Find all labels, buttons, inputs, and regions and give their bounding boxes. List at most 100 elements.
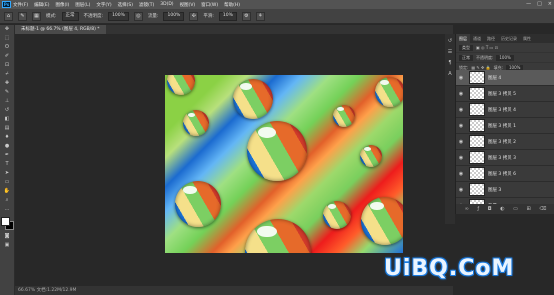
visibility-eye-icon[interactable]: ◉ — [456, 123, 466, 129]
eraser-tool-icon[interactable]: ◧ — [2, 116, 12, 123]
dodge-tool-icon[interactable]: ● — [2, 143, 12, 150]
more-tools-icon[interactable]: … — [2, 206, 12, 213]
layer-row[interactable]: ◉ 图层 3 拷贝 4 — [456, 102, 554, 118]
foreground-color-swatch[interactable] — [1, 217, 10, 226]
eyedropper-tool-icon[interactable]: ⌿ — [2, 71, 12, 78]
zoom-tool-icon[interactable]: ⌕ — [2, 197, 12, 204]
tab-properties[interactable]: 属性 — [520, 34, 534, 43]
screen-mode-icon[interactable]: ▣ — [2, 242, 12, 249]
options-bar: ⌂ ✎ ▦ 模式: 正常 不透明度: 100% ◎ 流量: 100% ✣ 平滑:… — [0, 9, 554, 24]
layer-row[interactable]: ◉ 图层 3 拷贝 2 — [456, 134, 554, 150]
minimize-button[interactable]: — — [526, 1, 531, 7]
quick-select-tool-icon[interactable]: ✐ — [2, 53, 12, 60]
menu-3d[interactable]: 3D(D) — [160, 2, 173, 7]
layer-row[interactable]: ◉ 图层 3 拷贝 3 — [456, 150, 554, 166]
layer-name: 图层 3 拷贝 5 — [488, 91, 517, 97]
clone-stamp-tool-icon[interactable]: ⊥ — [2, 98, 12, 105]
tab-channels[interactable]: 通道 — [470, 34, 484, 43]
smoothing-label: 平滑: — [203, 14, 214, 19]
healing-brush-tool-icon[interactable]: ✚ — [2, 80, 12, 87]
layer-thumbnail — [469, 119, 485, 132]
path-select-tool-icon[interactable]: ➤ — [2, 170, 12, 177]
menu-image[interactable]: 图像(I) — [55, 2, 69, 8]
color-swatches[interactable] — [1, 217, 14, 230]
tab-history[interactable]: 历史记录 — [498, 34, 520, 43]
move-tool-icon[interactable]: ✥ — [2, 26, 12, 33]
tools-panel: ✥ ⬚ ʘ ✐ ⊡ ⌿ ✚ ✎ ⊥ ↺ ◧ ▤ ♦ ● ✒ T ➤ ▭ ✋ ⌕ … — [0, 25, 15, 295]
brush-settings-icon[interactable]: ▦ — [32, 11, 41, 21]
visibility-eye-icon[interactable]: ◉ — [456, 155, 466, 161]
maximize-button[interactable]: □ — [537, 1, 542, 7]
layer-row[interactable]: ◉ 图层 3 — [456, 182, 554, 198]
visibility-eye-icon[interactable]: ◉ — [456, 187, 466, 193]
fx-icon[interactable]: ƒ — [477, 206, 479, 212]
close-button[interactable]: × — [548, 1, 552, 7]
airbrush-icon[interactable]: ✣ — [189, 11, 199, 21]
smoothing-input[interactable]: 10% — [218, 11, 237, 21]
menu-edit[interactable]: 编辑(E) — [34, 2, 49, 8]
layer-thumbnail — [469, 151, 485, 164]
type-tool-icon[interactable]: T — [2, 161, 12, 168]
visibility-eye-icon[interactable]: ◉ — [456, 139, 466, 145]
layer-name: 图层 3 — [488, 187, 502, 193]
bubble — [233, 79, 273, 119]
pen-tool-icon[interactable]: ✒ — [2, 152, 12, 159]
adjust-icon[interactable]: ◐ — [500, 206, 504, 212]
brush-preset-icon[interactable]: ✎ — [18, 11, 27, 21]
lasso-tool-icon[interactable]: ʘ — [2, 44, 12, 51]
kind-filter-select[interactable]: 类型 — [459, 44, 473, 51]
menu-window[interactable]: 窗口(W) — [201, 2, 218, 8]
visibility-eye-icon[interactable]: ◉ — [456, 91, 466, 97]
folder-icon[interactable]: ▭ — [513, 206, 518, 212]
layer-row[interactable]: ◉ 图层 3 拷贝 6 — [456, 166, 554, 182]
properties-panel-icon[interactable]: ☰ — [446, 49, 454, 56]
pressure-opacity-icon[interactable]: ◎ — [133, 11, 143, 21]
visibility-eye-icon[interactable]: ◉ — [456, 107, 466, 113]
visibility-eye-icon[interactable]: ◉ — [456, 171, 466, 177]
opacity-input[interactable]: 100% — [108, 11, 129, 21]
symmetry-icon[interactable]: ⚘ — [255, 11, 265, 21]
menu-type[interactable]: 文字(Y) — [96, 2, 111, 8]
layer-row[interactable]: ◉ 图层 3 拷贝 1 — [456, 118, 554, 134]
brush-tool-icon[interactable]: ✎ — [2, 89, 12, 96]
menu-file[interactable]: 文件(F) — [13, 2, 28, 8]
blend-mode-select[interactable]: 正常 — [459, 54, 473, 61]
paragraph-panel-icon[interactable]: ¶ — [446, 60, 454, 67]
hand-tool-icon[interactable]: ✋ — [2, 188, 12, 195]
document-tab-bar: 未标题-1 @ 66.7% (图层 4, RGB/8) * — [15, 25, 453, 34]
history-panel-icon[interactable]: ↺ — [446, 38, 454, 45]
menu-view[interactable]: 视图(V) — [180, 2, 196, 8]
flow-input[interactable]: 100% — [163, 11, 185, 21]
filter-icons[interactable]: ▣ ◎ T ▭ ⊡ — [476, 45, 498, 50]
layer-opacity-input[interactable]: 100% — [496, 54, 514, 61]
tab-layers[interactable]: 图层 — [456, 34, 470, 43]
mask-icon[interactable]: ◘ — [488, 206, 492, 212]
marquee-tool-icon[interactable]: ⬚ — [2, 35, 12, 42]
menu-select[interactable]: 选择(S) — [118, 2, 133, 8]
gear-icon[interactable]: ⚙ — [241, 11, 251, 21]
layers-panel: 图层 通道 路径 历史记录 属性 类型 ▣ ◎ T ▭ ⊡ 正常 不透明度: 1… — [455, 34, 554, 214]
tab-paths[interactable]: 路径 — [484, 34, 498, 43]
layer-row[interactable]: ◉ 图层 4 — [456, 70, 554, 86]
home-icon[interactable]: ⌂ — [4, 11, 13, 21]
blend-row: 正常 不透明度: 100% — [456, 53, 554, 63]
link-icon[interactable]: ∞ — [465, 206, 469, 212]
visibility-eye-icon[interactable]: ◉ — [456, 75, 466, 81]
menu-help[interactable]: 帮助(H) — [224, 2, 240, 8]
crop-tool-icon[interactable]: ⊡ — [2, 62, 12, 69]
history-brush-tool-icon[interactable]: ↺ — [2, 107, 12, 114]
document-tab[interactable]: 未标题-1 @ 66.7% (图层 4, RGB/8) * — [15, 25, 106, 34]
layer-row[interactable]: ◉ 图层 3 拷贝 5 — [456, 86, 554, 102]
menu-filter[interactable]: 滤镜(T) — [139, 2, 154, 8]
gradient-tool-icon[interactable]: ▤ — [2, 125, 12, 132]
quick-mask-icon[interactable]: ◙ — [2, 233, 12, 240]
shape-tool-icon[interactable]: ▭ — [2, 179, 12, 186]
blur-tool-icon[interactable]: ♦ — [2, 134, 12, 141]
document-canvas[interactable] — [165, 75, 403, 253]
character-panel-icon[interactable]: A — [446, 71, 454, 78]
trash-icon[interactable]: ⌫ — [539, 206, 546, 212]
layers-panel-footer: ∞ ƒ ◘ ◐ ▭ ⊞ ⌫ — [456, 204, 554, 214]
menu-layer[interactable]: 图层(L) — [75, 2, 90, 8]
mode-select[interactable]: 正常 — [61, 11, 79, 21]
new-layer-icon[interactable]: ⊞ — [526, 206, 530, 212]
